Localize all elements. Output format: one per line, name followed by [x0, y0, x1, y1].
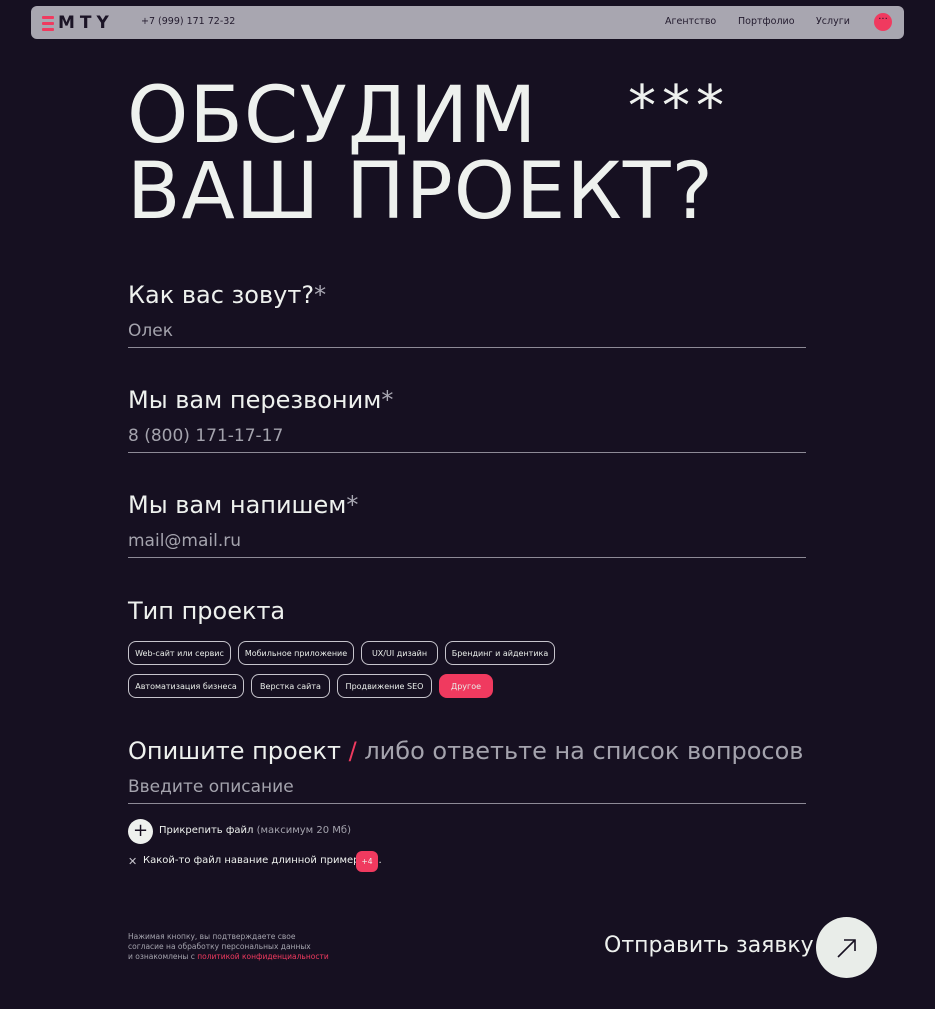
consent-line-1: Нажимая кнопку, вы подтверждаете свое [128, 932, 296, 941]
attach-size-hint: (максимум 20 Мб) [256, 825, 352, 836]
chip-website[interactable]: Web-сайт или сервис [128, 641, 231, 665]
description-label: Опишите проект / либо ответьте на список… [128, 737, 803, 765]
remove-file-icon[interactable]: ✕ [128, 855, 137, 868]
consent-line-3: и ознакомлены с [128, 952, 195, 961]
submit-label[interactable]: Отправить заявку [604, 933, 814, 958]
name-input[interactable] [128, 321, 806, 348]
asterisk-decoration: *** [628, 74, 730, 139]
nav-link-services[interactable]: Услуги [816, 16, 850, 27]
name-label-text: Как вас зовут? [128, 281, 315, 309]
top-navbar: MTY +7 (999) 171 72-32 Агентство Портфол… [31, 6, 904, 39]
chip-mobile-app[interactable]: Мобильное приложение [238, 641, 354, 665]
nav-link-portfolio[interactable]: Портфолио [738, 16, 795, 27]
separator-slash: / [348, 737, 357, 765]
email-field-label: Мы вам напишем* [128, 491, 358, 519]
required-mark: * [346, 491, 359, 519]
email-label-text: Мы вам напишем [128, 491, 347, 519]
header-phone-link[interactable]: +7 (999) 171 72-32 [141, 16, 235, 27]
chip-layout[interactable]: Верстка сайта [251, 674, 330, 698]
phone-field-label: Мы вам перезвоним* [128, 386, 393, 414]
consent-text: Нажимая кнопку, вы подтверждаете свое со… [128, 932, 329, 962]
attach-label-text: Прикрепить файл [159, 825, 254, 836]
attached-file-name: Какой-то файл навание длинной примерно..… [143, 855, 382, 866]
chip-automation[interactable]: Автоматизация бизнеса [128, 674, 244, 698]
chip-other[interactable]: Другое [439, 674, 493, 698]
chip-seo[interactable]: Продвижение SEO [337, 674, 432, 698]
logo[interactable]: MTY [42, 13, 114, 33]
phone-label-text: Мы вам перезвоним [128, 386, 382, 414]
more-files-badge[interactable]: +4 [356, 851, 378, 872]
chip-ux-ui[interactable]: UX/UI дизайн [361, 641, 438, 665]
plus-icon: + [132, 820, 149, 841]
phone-input[interactable] [128, 426, 806, 453]
menu-button[interactable]: ··· [874, 13, 892, 31]
description-label-text: Опишите проект [128, 737, 341, 765]
chip-branding[interactable]: Брендинг и айдентика [445, 641, 555, 665]
name-field-label: Как вас зовут?* [128, 281, 326, 309]
email-input[interactable] [128, 531, 806, 558]
more-dots-icon: ··· [878, 14, 888, 25]
logo-e-mark [42, 15, 54, 31]
consent-line-2: согласие на обработку персональных данны… [128, 942, 311, 951]
privacy-policy-link[interactable]: политикой конфиденциальности [197, 952, 328, 961]
attach-file-label[interactable]: Прикрепить файл (максимум 20 Мб) [159, 825, 351, 836]
submit-button[interactable] [816, 917, 877, 978]
attach-file-button[interactable]: + [128, 819, 153, 844]
page-title: ОБСУДИМ ВАШ ПРОЕКТ? [127, 77, 714, 237]
project-type-label: Тип проекта [128, 597, 286, 625]
required-mark: * [314, 281, 327, 309]
title-line-2: ВАШ ПРОЕКТ? [127, 147, 714, 237]
arrow-up-right-icon [836, 938, 856, 958]
required-mark: * [381, 386, 394, 414]
logo-text: MTY [58, 13, 114, 33]
description-input[interactable] [128, 777, 806, 804]
questions-list-link[interactable]: либо ответьте на список вопросов [364, 737, 803, 765]
nav-link-agency[interactable]: Агентство [665, 16, 716, 27]
